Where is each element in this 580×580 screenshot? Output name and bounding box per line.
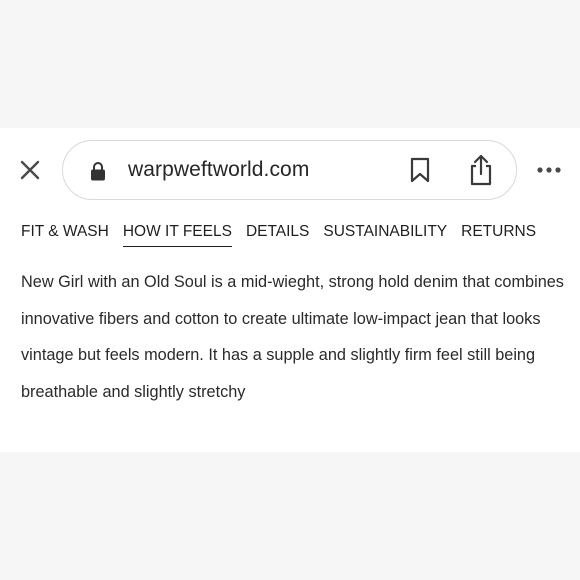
bookmark-button[interactable] bbox=[407, 155, 433, 185]
tab-how-it-feels[interactable]: HOW IT FEELS bbox=[122, 221, 233, 247]
bottom-backdrop bbox=[0, 452, 580, 580]
url-text[interactable]: warpweftworld.com bbox=[128, 156, 309, 184]
more-icon bbox=[537, 167, 561, 173]
product-tabs: FIT & WASH HOW IT FEELS DETAILS SUSTAINA… bbox=[21, 219, 536, 247]
close-icon bbox=[20, 160, 40, 180]
tab-fit-and-wash[interactable]: FIT & WASH bbox=[21, 221, 109, 243]
share-button[interactable] bbox=[466, 153, 496, 187]
close-button[interactable] bbox=[16, 156, 44, 184]
more-button[interactable] bbox=[534, 160, 564, 180]
tab-returns[interactable]: RETURNS bbox=[461, 221, 536, 243]
tab-details[interactable]: DETAILS bbox=[246, 221, 309, 243]
share-icon bbox=[470, 154, 492, 186]
lock-icon bbox=[91, 162, 105, 181]
bookmark-icon bbox=[410, 157, 430, 183]
top-backdrop bbox=[0, 0, 580, 128]
tab-sustainability[interactable]: SUSTAINABILITY bbox=[323, 221, 447, 243]
product-description: New Girl with an Old Soul is a mid-wiegh… bbox=[21, 273, 564, 401]
